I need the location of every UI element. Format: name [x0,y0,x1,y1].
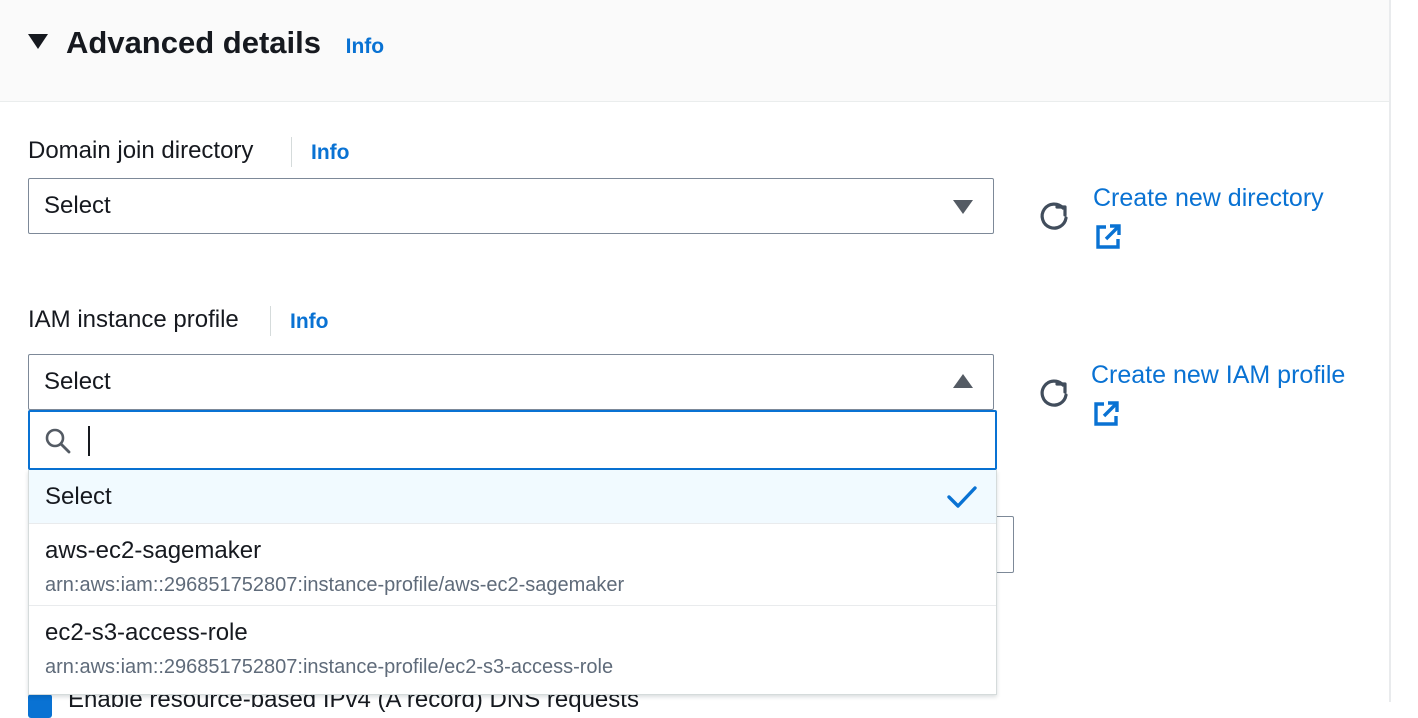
iam-profile-info-link[interactable]: Info [290,309,328,335]
iam-profile-search-input[interactable] [88,420,972,462]
option-title: aws-ec2-sagemaker [45,537,262,564]
external-link-icon[interactable] [1093,222,1123,252]
section-title[interactable]: Advanced details Info [66,24,384,66]
option-title: ec2-s3-access-role [45,619,248,646]
iam-profile-label: IAM instance profile [28,306,239,333]
option-ec2-s3-access-role[interactable]: ec2-s3-access-role arn:aws:iam::29685175… [29,606,996,694]
create-new-directory-link[interactable]: Create new directory [1093,183,1324,213]
dns-checkbox[interactable] [28,694,52,718]
refresh-icon[interactable] [1036,199,1072,235]
iam-profile-options-list: Select aws-ec2-sagemaker arn:aws:iam::29… [28,470,997,695]
domain-join-label: Domain join directory [28,137,254,164]
option-aws-ec2-sagemaker[interactable]: aws-ec2-sagemaker arn:aws:iam::296851752… [29,524,996,606]
option-select[interactable]: Select [29,470,996,524]
create-new-iam-profile-link[interactable]: Create new IAM profile [1091,360,1345,390]
checkmark-icon [947,486,977,508]
caret-down-icon[interactable] [28,34,48,49]
label-divider [270,306,271,336]
option-arn: arn:aws:iam::296851752807:instance-profi… [45,574,625,596]
section-title-text[interactable]: Advanced details [66,25,321,60]
option-title: Select [45,483,112,510]
domain-join-select[interactable]: Select [28,178,994,234]
refresh-icon[interactable] [1036,376,1072,412]
label-divider [291,137,292,167]
search-icon [45,428,71,454]
caret-down-icon [953,200,973,214]
external-link-icon[interactable] [1091,399,1121,429]
section-info-link[interactable]: Info [346,35,384,58]
iam-profile-search-box[interactable] [28,410,997,470]
iam-profile-select[interactable]: Select [28,354,994,410]
domain-join-select-value: Select [44,192,111,219]
domain-join-info-link[interactable]: Info [311,140,349,166]
option-arn: arn:aws:iam::296851752807:instance-profi… [45,656,614,678]
panel-right-border [1389,0,1391,702]
caret-up-icon [953,374,973,388]
iam-profile-select-value: Select [44,368,111,395]
